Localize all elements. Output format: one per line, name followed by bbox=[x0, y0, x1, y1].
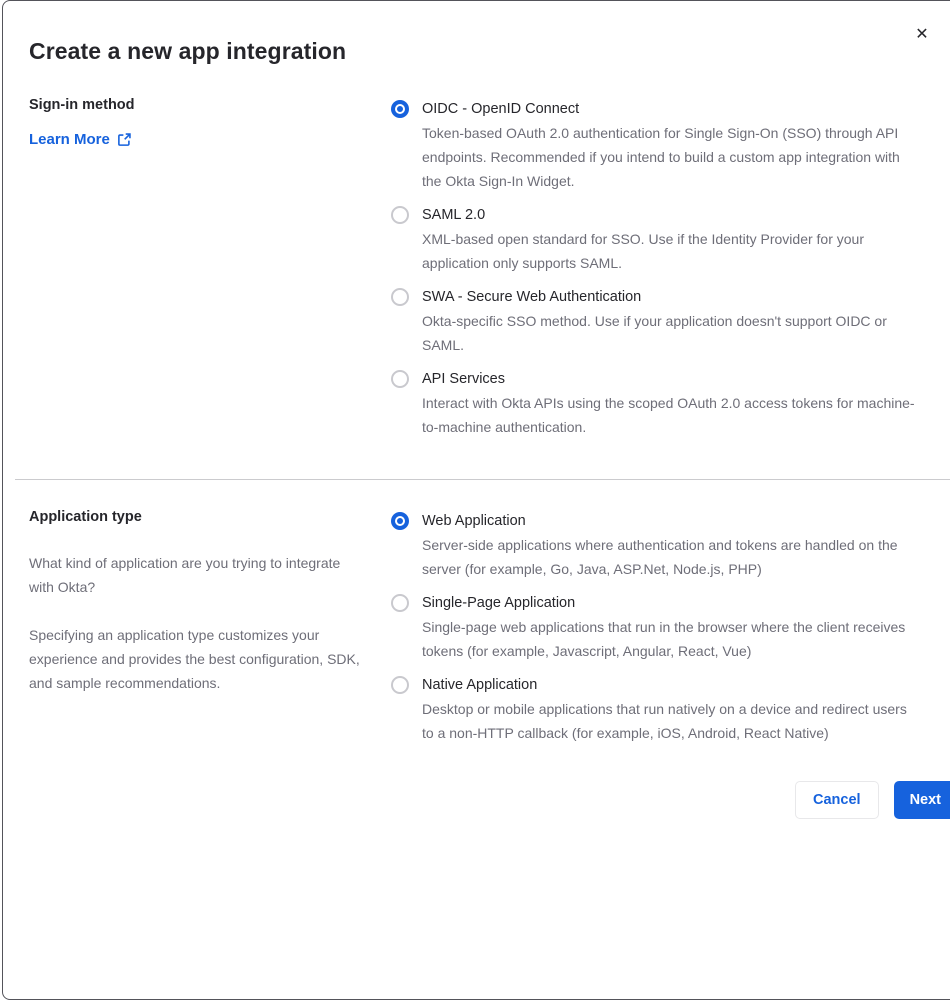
apptype-intro-paragraph-2: Specifying an application type customize… bbox=[29, 627, 360, 691]
radio-label-swa[interactable]: SWA - Secure Web Authentication bbox=[422, 285, 922, 309]
create-app-integration-dialog: ✕ Create a new app integration Sign-in m… bbox=[2, 0, 950, 1000]
signin-options-group: OIDC - OpenID Connect Token-based OAuth … bbox=[391, 97, 922, 439]
radio-label-api-services[interactable]: API Services bbox=[422, 367, 922, 391]
radio-option-oidc[interactable]: OIDC - OpenID Connect Token-based OAuth … bbox=[391, 97, 922, 193]
radio-button-native-application[interactable] bbox=[391, 676, 409, 694]
dialog-content: Create a new app integration Sign-in met… bbox=[3, 1, 950, 819]
signin-left-column: Sign-in method Learn More bbox=[29, 97, 366, 149]
radio-label-oidc[interactable]: OIDC - OpenID Connect bbox=[422, 97, 922, 121]
section-divider bbox=[15, 479, 950, 480]
next-button[interactable]: Next bbox=[893, 781, 950, 819]
apptype-options-group: Web Application Server-side applications… bbox=[391, 509, 922, 745]
radio-option-single-page-application[interactable]: Single-Page Application Single-page web … bbox=[391, 591, 922, 663]
dialog-title: Create a new app integration bbox=[29, 38, 347, 64]
radio-description-oidc: Token-based OAuth 2.0 authentication for… bbox=[422, 125, 900, 189]
dialog-footer: Cancel Next bbox=[29, 781, 950, 819]
radio-description-api-services: Interact with Okta APIs using the scoped… bbox=[422, 395, 915, 435]
radio-description-swa: Okta-specific SSO method. Use if your ap… bbox=[422, 313, 887, 353]
radio-option-api-services[interactable]: API Services Interact with Okta APIs usi… bbox=[391, 367, 922, 439]
radio-description-web-application: Server-side applications where authentic… bbox=[422, 537, 898, 577]
radio-label-single-page-application[interactable]: Single-Page Application bbox=[422, 591, 922, 615]
radio-option-web-application[interactable]: Web Application Server-side applications… bbox=[391, 509, 922, 581]
radio-description-native-application: Desktop or mobile applications that run … bbox=[422, 701, 907, 741]
radio-button-saml[interactable] bbox=[391, 206, 409, 224]
radio-button-swa[interactable] bbox=[391, 288, 409, 306]
radio-description-single-page-application: Single-page web applications that run in… bbox=[422, 619, 906, 659]
radio-label-web-application[interactable]: Web Application bbox=[422, 509, 922, 533]
radio-option-saml[interactable]: SAML 2.0 XML-based open standard for SSO… bbox=[391, 203, 922, 275]
learn-more-link[interactable]: Learn More bbox=[29, 131, 132, 148]
radio-button-web-application[interactable] bbox=[391, 512, 409, 530]
apptype-left-column: Application type What kind of applicatio… bbox=[29, 509, 366, 695]
signin-method-heading: Sign-in method bbox=[29, 97, 135, 113]
radio-label-native-application[interactable]: Native Application bbox=[422, 673, 922, 697]
radio-button-api-services[interactable] bbox=[391, 370, 409, 388]
cancel-button[interactable]: Cancel bbox=[795, 781, 879, 819]
signin-method-section: Sign-in method Learn More OIDC - OpenID … bbox=[29, 97, 950, 439]
radio-button-single-page-application[interactable] bbox=[391, 594, 409, 612]
application-type-heading: Application type bbox=[29, 509, 142, 525]
radio-option-native-application[interactable]: Native Application Desktop or mobile app… bbox=[391, 673, 922, 745]
radio-description-saml: XML-based open standard for SSO. Use if … bbox=[422, 231, 864, 271]
radio-option-swa[interactable]: SWA - Secure Web Authentication Okta-spe… bbox=[391, 285, 922, 357]
apptype-intro-paragraph-1: What kind of application are you trying … bbox=[29, 555, 341, 595]
learn-more-label: Learn More bbox=[29, 131, 110, 148]
external-link-icon bbox=[117, 132, 132, 147]
radio-label-saml[interactable]: SAML 2.0 bbox=[422, 203, 922, 227]
application-type-section: Application type What kind of applicatio… bbox=[29, 509, 950, 745]
radio-button-oidc[interactable] bbox=[391, 100, 409, 118]
